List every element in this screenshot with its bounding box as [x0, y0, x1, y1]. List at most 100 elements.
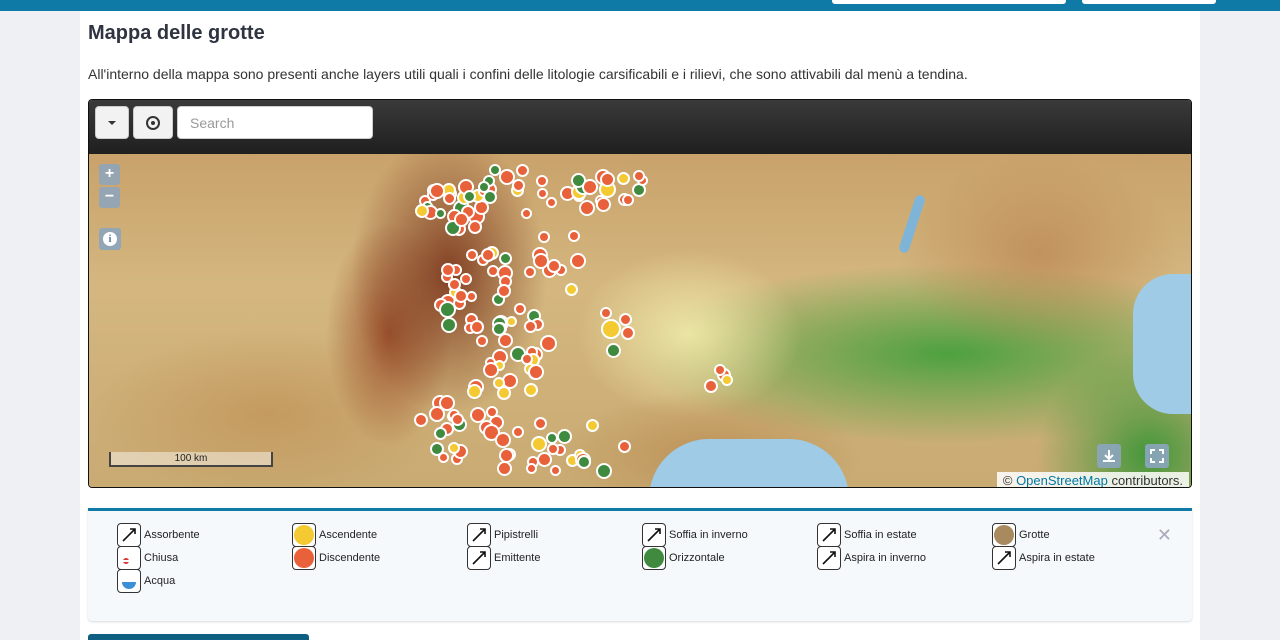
cave-marker[interactable] [478, 181, 490, 193]
cave-marker[interactable] [493, 377, 505, 389]
cave-marker[interactable] [617, 172, 630, 185]
cave-marker[interactable] [565, 283, 578, 296]
cave-marker[interactable] [600, 307, 612, 319]
cave-marker[interactable] [621, 326, 635, 340]
zoom-out-button[interactable]: − [99, 187, 120, 208]
cave-marker[interactable] [483, 362, 499, 378]
cave-marker[interactable] [536, 175, 548, 187]
cave-marker[interactable] [619, 313, 632, 326]
cave-marker[interactable] [463, 190, 476, 203]
cave-marker[interactable] [531, 436, 547, 452]
cave-marker[interactable] [526, 463, 537, 474]
cave-marker[interactable] [557, 429, 572, 444]
cave-marker[interactable] [514, 303, 526, 315]
navbar-button[interactable] [1082, 0, 1216, 4]
cave-marker[interactable] [547, 443, 559, 455]
cave-marker[interactable] [537, 188, 548, 199]
cave-marker[interactable] [435, 208, 446, 219]
cave-marker[interactable] [622, 194, 634, 206]
cave-marker[interactable] [547, 259, 561, 273]
cave-marker[interactable] [499, 252, 512, 265]
legend-close-button[interactable]: ✕ [1157, 525, 1172, 546]
legend-label: Grotte [1019, 529, 1050, 541]
cave-marker[interactable] [568, 230, 580, 242]
map-canvas[interactable]: + − i 100 km © OpenStreetMap contributor… [89, 154, 1191, 487]
cave-marker[interactable] [448, 442, 460, 454]
cave-marker[interactable] [601, 319, 621, 339]
cave-marker[interactable] [579, 200, 595, 216]
cave-marker[interactable] [497, 284, 511, 298]
fullscreen-button[interactable] [1145, 444, 1169, 468]
zoom-in-button[interactable]: + [99, 164, 120, 185]
cave-marker[interactable] [441, 263, 455, 277]
cave-marker[interactable] [524, 320, 537, 333]
cave-marker[interactable] [487, 265, 499, 277]
cave-marker[interactable] [476, 335, 488, 347]
cave-marker[interactable] [454, 289, 468, 303]
cave-marker[interactable] [550, 465, 561, 476]
info-button[interactable]: i [99, 228, 121, 250]
locate-button[interactable] [133, 106, 173, 139]
layers-dropdown-button[interactable] [95, 106, 129, 139]
cave-marker[interactable] [499, 169, 515, 185]
cave-marker[interactable] [512, 426, 524, 438]
cave-marker[interactable] [451, 413, 464, 426]
cave-marker[interactable] [430, 442, 444, 456]
summer-suck-icon [992, 546, 1016, 570]
cave-marker[interactable] [533, 253, 549, 269]
cave-marker[interactable] [528, 364, 544, 380]
cave-marker[interactable] [600, 172, 615, 187]
cave-marker[interactable] [586, 419, 599, 432]
cave-marker[interactable] [582, 179, 598, 195]
cave-marker[interactable] [497, 461, 512, 476]
cave-marker[interactable] [540, 335, 557, 352]
osm-link[interactable]: OpenStreetMap [1016, 473, 1108, 487]
legend-panel: ✕ Assorbente Ascendente Pipistrelli Soffia … [88, 508, 1192, 621]
cave-marker[interactable] [721, 374, 733, 386]
cave-marker[interactable] [492, 322, 506, 336]
cave-marker[interactable] [570, 253, 586, 269]
cave-marker[interactable] [468, 220, 482, 234]
download-button[interactable] [1097, 444, 1121, 468]
cave-marker[interactable] [486, 406, 498, 418]
legend-item: Pipistrelli [467, 523, 538, 547]
cave-marker[interactable] [443, 192, 456, 205]
cave-marker[interactable] [596, 197, 611, 212]
cave-marker[interactable] [606, 343, 621, 358]
cave-marker[interactable] [618, 440, 631, 453]
cave-marker[interactable] [429, 406, 445, 422]
cave-marker[interactable] [439, 301, 456, 318]
cave-marker[interactable] [414, 413, 428, 427]
navbar-search-field[interactable] [832, 0, 1066, 4]
cave-marker[interactable] [415, 204, 429, 218]
bottom-button[interactable] [88, 634, 309, 640]
cave-marker[interactable] [524, 383, 538, 397]
legend-item: Acqua [117, 569, 175, 593]
cave-marker[interactable] [596, 463, 612, 479]
cave-marker[interactable] [577, 455, 591, 469]
cave-marker[interactable] [467, 384, 482, 399]
cave-marker[interactable] [434, 427, 447, 440]
cave-marker[interactable] [538, 231, 550, 243]
cave-marker[interactable] [499, 448, 514, 463]
cave-marker[interactable] [470, 320, 484, 334]
winter-blow-icon [642, 523, 666, 547]
cave-marker[interactable] [441, 317, 457, 333]
cave-marker[interactable] [521, 208, 532, 219]
cave-marker[interactable] [516, 164, 529, 177]
cave-marker[interactable] [633, 170, 645, 182]
cave-marker[interactable] [460, 273, 472, 285]
cave-marker[interactable] [506, 316, 517, 327]
cave-marker[interactable] [546, 197, 557, 208]
cave-marker[interactable] [534, 417, 547, 430]
map-search-input[interactable] [177, 106, 373, 139]
cave-marker[interactable] [481, 248, 495, 262]
cave-marker[interactable] [495, 432, 511, 448]
cave-marker[interactable] [704, 379, 718, 393]
ligurian-sea [649, 439, 849, 487]
cave-marker[interactable] [470, 407, 486, 423]
cave-marker[interactable] [454, 212, 469, 227]
summer-blow-icon [817, 523, 841, 547]
winter-suck-icon [817, 546, 841, 570]
cave-marker[interactable] [524, 266, 536, 278]
